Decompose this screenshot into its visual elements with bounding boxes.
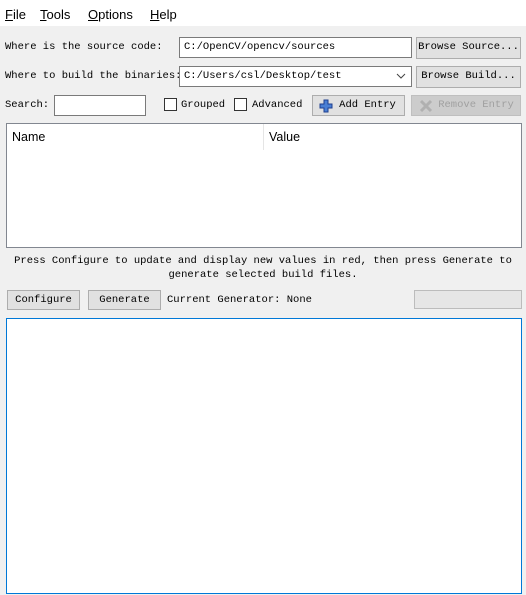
search-label: Search: — [5, 99, 50, 111]
menu-tools[interactable]: Tools — [40, 7, 70, 22]
menu-help[interactable]: Help — [150, 7, 177, 22]
remove-entry-label: Remove Entry — [438, 99, 514, 111]
generate-button[interactable]: Generate — [88, 290, 161, 310]
column-header-value[interactable]: Value — [264, 124, 521, 150]
plus-icon — [319, 99, 333, 113]
browse-source-button[interactable]: Browse Source... — [416, 37, 521, 59]
menu-options[interactable]: Options — [88, 7, 133, 22]
advanced-label: Advanced — [252, 99, 303, 111]
menu-bar: File Tools Options Help — [0, 0, 526, 26]
remove-icon — [419, 99, 433, 113]
build-combobox[interactable]: C:/Users/csl/Desktop/test — [179, 66, 412, 87]
browse-build-button[interactable]: Browse Build... — [416, 66, 521, 88]
search-input[interactable] — [54, 95, 146, 116]
grouped-label: Grouped — [181, 99, 226, 111]
hint-line-2: generate selected build files. — [168, 269, 358, 281]
progress-bar — [414, 290, 522, 309]
chevron-down-icon — [396, 73, 406, 79]
configure-button[interactable]: Configure — [7, 290, 80, 310]
hint-text: Press Configure to update and display ne… — [0, 254, 526, 282]
menu-file[interactable]: File — [5, 7, 26, 22]
current-generator-label: Current Generator: None — [167, 294, 312, 306]
source-label: Where is the source code: — [5, 41, 163, 53]
cache-table[interactable]: Name Value — [6, 123, 522, 248]
build-value: C:/Users/csl/Desktop/test — [184, 70, 342, 82]
hint-line-1: Press Configure to update and display ne… — [14, 255, 512, 267]
add-entry-label: Add Entry — [339, 99, 396, 111]
remove-entry-button[interactable]: Remove Entry — [411, 95, 521, 116]
add-entry-button[interactable]: Add Entry — [312, 95, 405, 116]
build-label: Where to build the binaries: — [5, 70, 182, 82]
source-input[interactable]: C:/OpenCV/opencv/sources — [179, 37, 412, 58]
column-header-name[interactable]: Name — [7, 124, 264, 150]
output-log[interactable] — [6, 318, 522, 594]
grouped-checkbox[interactable] — [164, 98, 177, 111]
advanced-checkbox[interactable] — [234, 98, 247, 111]
